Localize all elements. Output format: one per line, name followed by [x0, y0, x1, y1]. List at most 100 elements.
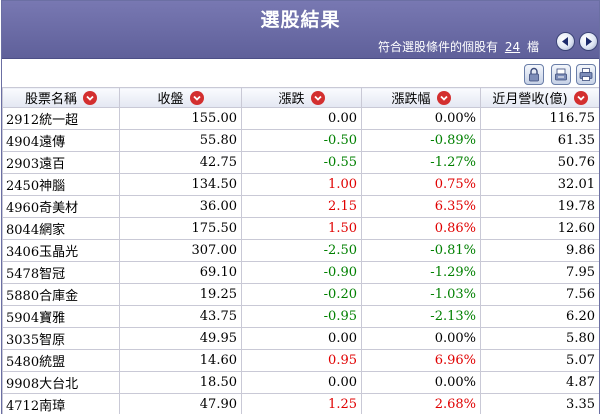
column-header-pct[interactable]: 漲跌幅 [361, 87, 481, 108]
change-cell: 1.00 [241, 173, 362, 196]
table-row[interactable]: 3406玉晶光 307.00 -2.50 -0.81% 9.86 [2, 239, 599, 262]
change-percent-cell: -1.03% [361, 283, 481, 306]
change-cell: 2.15 [241, 195, 362, 218]
table-row[interactable]: 5480統盟 14.60 0.95 6.96% 5.07 [2, 349, 599, 372]
table-row[interactable]: 9908大台北 18.50 0.00 0.00% 4.87 [2, 371, 599, 394]
next-page-button[interactable] [579, 32, 598, 51]
close-price-cell: 18.50 [119, 371, 242, 394]
change-percent-cell: -0.81% [361, 239, 481, 262]
close-price-cell: 49.95 [119, 327, 242, 350]
change-cell: -0.20 [241, 283, 362, 306]
change-percent-cell: -1.29% [361, 261, 481, 284]
change-cell: 0.95 [241, 349, 362, 372]
table-body: 2912統一超 155.00 0.00 0.00% 116.75 4904遠傳 55.80-… [2, 107, 599, 414]
header-bar: 選股結果 符合選股條件的個股有 24 檔 [2, 1, 599, 59]
prev-page-button[interactable] [556, 32, 575, 51]
table-header-row: 股票名稱 收盤 漲跌 漲跌幅 近月營收(億) [2, 87, 599, 108]
revenue-cell: 116.75 [480, 107, 599, 130]
change-cell: -0.55 [241, 151, 362, 174]
close-price-cell: 36.00 [119, 195, 242, 218]
table-row[interactable]: 3035智原 49.95 0.00 0.00% 5.80 [2, 327, 599, 350]
change-percent-cell: 0.75% [361, 173, 481, 196]
lock-button[interactable] [524, 64, 544, 85]
result-count: 符合選股條件的個股有 24 檔 [378, 38, 539, 55]
stock-name-cell[interactable]: 5480統盟 [2, 349, 120, 372]
change-cell: 1.50 [241, 217, 362, 240]
revenue-cell: 4.87 [480, 371, 599, 394]
table-row[interactable]: 8044網家 175.50 1.50 0.86% 12.60 [2, 217, 599, 240]
change-cell: 0.00 [241, 371, 362, 394]
table-row[interactable]: 5880合庫金 19.25 -0.20 -1.03% 7.56 [2, 283, 599, 306]
sort-down-icon[interactable] [83, 91, 97, 105]
table-row[interactable]: 4960奇美材 36.00 2.15 6.35% 19.78 [2, 195, 599, 218]
change-percent-cell: -0.89% [361, 129, 481, 152]
revenue-cell: 12.60 [480, 217, 599, 240]
table-row[interactable]: 2903遠百 42.75 -0.55 -1.27% 50.76 [2, 151, 599, 174]
stock-name-cell[interactable]: 2903遠百 [2, 151, 120, 174]
sort-down-icon[interactable] [189, 91, 204, 105]
table-row[interactable]: 4712南璋 47.90 1.25 2.68% 3.35 [2, 393, 599, 414]
change-percent-cell: 2.68% [361, 393, 481, 414]
sort-down-icon[interactable] [310, 91, 325, 105]
stock-name-cell[interactable]: 5880合庫金 [2, 283, 120, 306]
arrow-right-icon [586, 37, 592, 46]
column-header-name[interactable]: 股票名稱 [2, 87, 120, 108]
stock-name-cell[interactable]: 2912統一超 [2, 107, 120, 130]
page-title: 選股結果 [260, 9, 341, 31]
change-percent-cell: -2.13% [361, 305, 481, 328]
change-cell: -0.95 [241, 305, 362, 328]
change-cell: -0.90 [241, 261, 362, 284]
table-row[interactable]: 5904寶雅 43.75 -0.95 -2.13% 6.20 [2, 305, 599, 328]
revenue-cell: 5.07 [480, 349, 599, 372]
column-header-change[interactable]: 漲跌 [241, 87, 362, 108]
revenue-cell: 50.76 [480, 151, 599, 174]
count-number: 24 [504, 40, 521, 54]
stock-name-cell[interactable]: 9908大台北 [2, 371, 120, 394]
column-header-revenue[interactable]: 近月營收(億) [480, 87, 599, 108]
revenue-cell: 3.35 [480, 393, 599, 414]
close-price-cell: 43.75 [119, 305, 242, 328]
close-price-cell: 175.50 [119, 217, 242, 240]
revenue-cell: 6.20 [480, 305, 599, 328]
table-row[interactable]: 2912統一超 155.00 0.00 0.00% 116.75 [2, 107, 599, 130]
stock-name-cell[interactable]: 3035智原 [2, 327, 120, 350]
stock-name-cell[interactable]: 5478智冠 [2, 261, 120, 284]
lock-icon [529, 67, 539, 82]
table-row[interactable]: 5478智冠 69.10 -0.90 -1.29% 7.95 [2, 261, 599, 284]
close-price-cell: 55.80 [119, 129, 242, 152]
column-header-close[interactable]: 收盤 [119, 87, 242, 108]
change-percent-cell: 0.00% [361, 107, 481, 130]
revenue-cell: 7.56 [480, 283, 599, 306]
sort-down-icon[interactable] [436, 91, 451, 105]
sort-down-icon[interactable] [573, 91, 588, 105]
change-cell: 1.25 [241, 393, 362, 414]
results-table: 股票名稱 收盤 漲跌 漲跌幅 近月營收(億) 2912統一超 155.00 0.00… [2, 87, 599, 414]
revenue-cell: 19.78 [480, 195, 599, 218]
count-suffix: 檔 [526, 40, 539, 54]
change-cell: -2.50 [241, 239, 362, 262]
change-percent-cell: 0.00% [361, 327, 481, 350]
stock-name-cell[interactable]: 5904寶雅 [2, 305, 120, 328]
change-percent-cell: 6.35% [361, 195, 481, 218]
stock-name-cell[interactable]: 3406玉晶光 [2, 239, 120, 262]
change-cell: 0.00 [241, 327, 362, 350]
stock-name-cell[interactable]: 4712南璋 [2, 393, 120, 414]
print-button[interactable] [576, 64, 596, 85]
table-row[interactable]: 4904遠傳 55.80 -0.50 -0.89% 61.35 [2, 129, 599, 152]
close-price-cell: 47.90 [119, 393, 242, 414]
close-price-cell: 69.10 [119, 261, 242, 284]
close-price-cell: 14.60 [119, 349, 242, 372]
change-percent-cell: -1.27% [361, 151, 481, 174]
stock-name-cell[interactable]: 8044網家 [2, 217, 120, 240]
change-percent-cell: 0.86% [361, 217, 481, 240]
change-percent-cell: 6.96% [361, 349, 481, 372]
export-button[interactable] [551, 64, 571, 85]
close-price-cell: 134.50 [119, 173, 242, 196]
stock-name-cell[interactable]: 4904遠傳 [2, 129, 120, 152]
stock-name-cell[interactable]: 2450神腦 [2, 173, 120, 196]
stock-name-cell[interactable]: 4960奇美材 [2, 195, 120, 218]
revenue-cell: 9.86 [480, 239, 599, 262]
change-cell: -0.50 [241, 129, 362, 152]
table-row[interactable]: 2450神腦 134.50 1.00 0.75% 32.01 [2, 173, 599, 196]
close-price-cell: 307.00 [119, 239, 242, 262]
